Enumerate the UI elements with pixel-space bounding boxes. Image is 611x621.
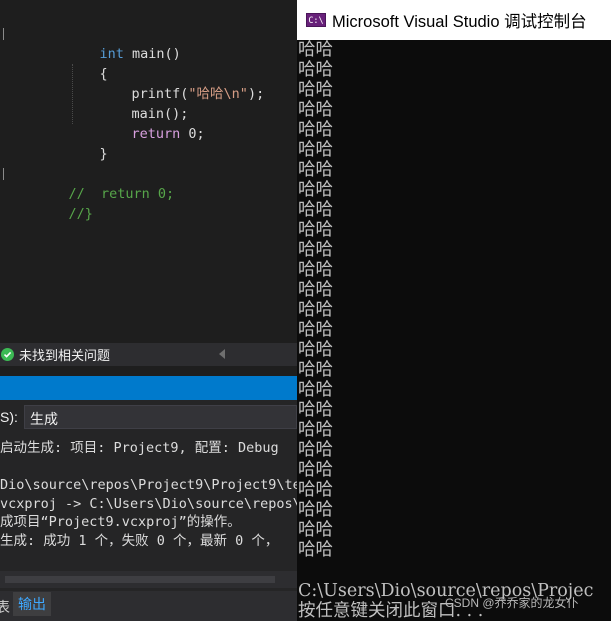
console-line: 哈哈	[298, 300, 333, 320]
error-status-bar: 未找到相关问题	[0, 343, 297, 366]
output-line: Dio\source\repos\Project9\Project9\tes	[0, 477, 297, 493]
output-text-area[interactable]: 启动生成: 项目: Project9, 配置: Debug Dio\source…	[0, 437, 297, 577]
console-line: 哈哈	[298, 200, 333, 220]
show-output-from-label: S):	[0, 409, 18, 425]
console-line: 哈哈	[298, 160, 333, 180]
code-line[interactable]: // return 0;	[36, 164, 175, 202]
console-line: 哈哈	[298, 380, 333, 400]
console-line: 哈哈	[298, 520, 333, 540]
bottom-tab-strip: 表 输出	[0, 591, 297, 621]
output-pane: S): 生成 启动生成: 项目: Project9, 配置: Debug Dio…	[0, 400, 297, 621]
console-line: 哈哈	[298, 360, 333, 380]
code-line[interactable]: //}	[36, 184, 93, 222]
tab-output[interactable]: 输出	[13, 592, 51, 616]
tab-error-list[interactable]: 表	[0, 597, 10, 617]
code-line[interactable]: main();	[99, 84, 189, 122]
output-line: 启动生成: 项目: Project9, 配置: Debug	[0, 440, 279, 456]
console-line: 哈哈	[298, 280, 333, 300]
code-text: }	[99, 146, 108, 162]
console-line: 哈哈	[298, 60, 333, 80]
fold-marker[interactable]	[0, 28, 4, 40]
console-title-bar[interactable]: C:\ Microsoft Visual Studio 调试控制台	[297, 0, 611, 40]
console-line: 哈哈	[298, 120, 333, 140]
fold-marker[interactable]	[0, 168, 4, 180]
console-output[interactable]: 哈哈 哈哈 哈哈 哈哈 哈哈 哈哈 哈哈 哈哈 哈哈 哈哈 哈哈 哈哈 哈哈 哈哈 哈哈 哈哈 哈哈 哈哈 哈哈 哈哈…	[297, 40, 611, 621]
output-line: 生成: 成功 1 个，失败 0 个，最新 0 个，	[0, 533, 279, 549]
code-line[interactable]: }	[67, 124, 108, 162]
code-comment: //}	[68, 206, 93, 222]
error-status-text[interactable]: 未找到相关问题	[19, 345, 110, 364]
code-line[interactable]: {	[67, 44, 108, 82]
console-line: 哈哈	[298, 320, 333, 340]
console-line: 哈哈	[298, 140, 333, 160]
code-line[interactable]: printf("哈哈\n");	[99, 64, 265, 102]
code-text: );	[247, 86, 265, 102]
output-line: 成项目“Project9.vcxproj”的操作。	[0, 514, 241, 530]
code-line[interactable]: return 0;	[99, 104, 205, 142]
horizontal-scrollbar[interactable]	[0, 571, 297, 588]
console-line: 哈哈	[298, 540, 333, 560]
console-line: 哈哈	[298, 480, 333, 500]
scrollbar-thumb[interactable]	[5, 576, 275, 583]
console-line: 哈哈	[298, 180, 333, 200]
code-editor[interactable]: int main() { printf("哈哈\n"); main(); ret…	[0, 0, 297, 343]
console-line: 哈哈	[298, 100, 333, 120]
debug-console-window[interactable]: C:\ Microsoft Visual Studio 调试控制台 哈哈 哈哈 哈哈…	[297, 0, 611, 621]
console-line: 哈哈	[298, 40, 333, 60]
console-line: 哈哈	[298, 400, 333, 420]
check-icon	[1, 348, 14, 361]
output-source-row: S): 生成	[0, 405, 297, 430]
output-source-dropdown[interactable]: 生成	[24, 405, 297, 429]
watermark: CSDN @乔乔家的龙女仆	[445, 596, 579, 610]
output-line: vcxproj -> C:\Users\Dio\source\repos\P	[0, 496, 297, 512]
code-text: main()	[123, 46, 181, 62]
code-text: 0;	[180, 126, 205, 142]
console-line: 哈哈	[298, 460, 333, 480]
console-line: 哈哈	[298, 80, 333, 100]
output-source-value: 生成	[30, 411, 58, 427]
output-panel-header[interactable]	[0, 376, 297, 400]
console-line: 哈哈	[298, 500, 333, 520]
console-line: 哈哈	[298, 260, 333, 280]
console-line: 哈哈	[298, 340, 333, 360]
console-line: 哈哈	[298, 440, 333, 460]
code-line[interactable]: int main()	[67, 24, 181, 62]
console-line: 哈哈	[298, 420, 333, 440]
console-app-icon: C:\	[306, 13, 326, 27]
console-line: 哈哈	[298, 240, 333, 260]
console-title: Microsoft Visual Studio 调试控制台	[332, 13, 587, 31]
scroll-left-icon[interactable]	[219, 349, 225, 359]
code-keyword: return	[131, 126, 181, 142]
console-line: 哈哈	[298, 220, 333, 240]
code-string: "哈哈\n"	[188, 86, 248, 102]
